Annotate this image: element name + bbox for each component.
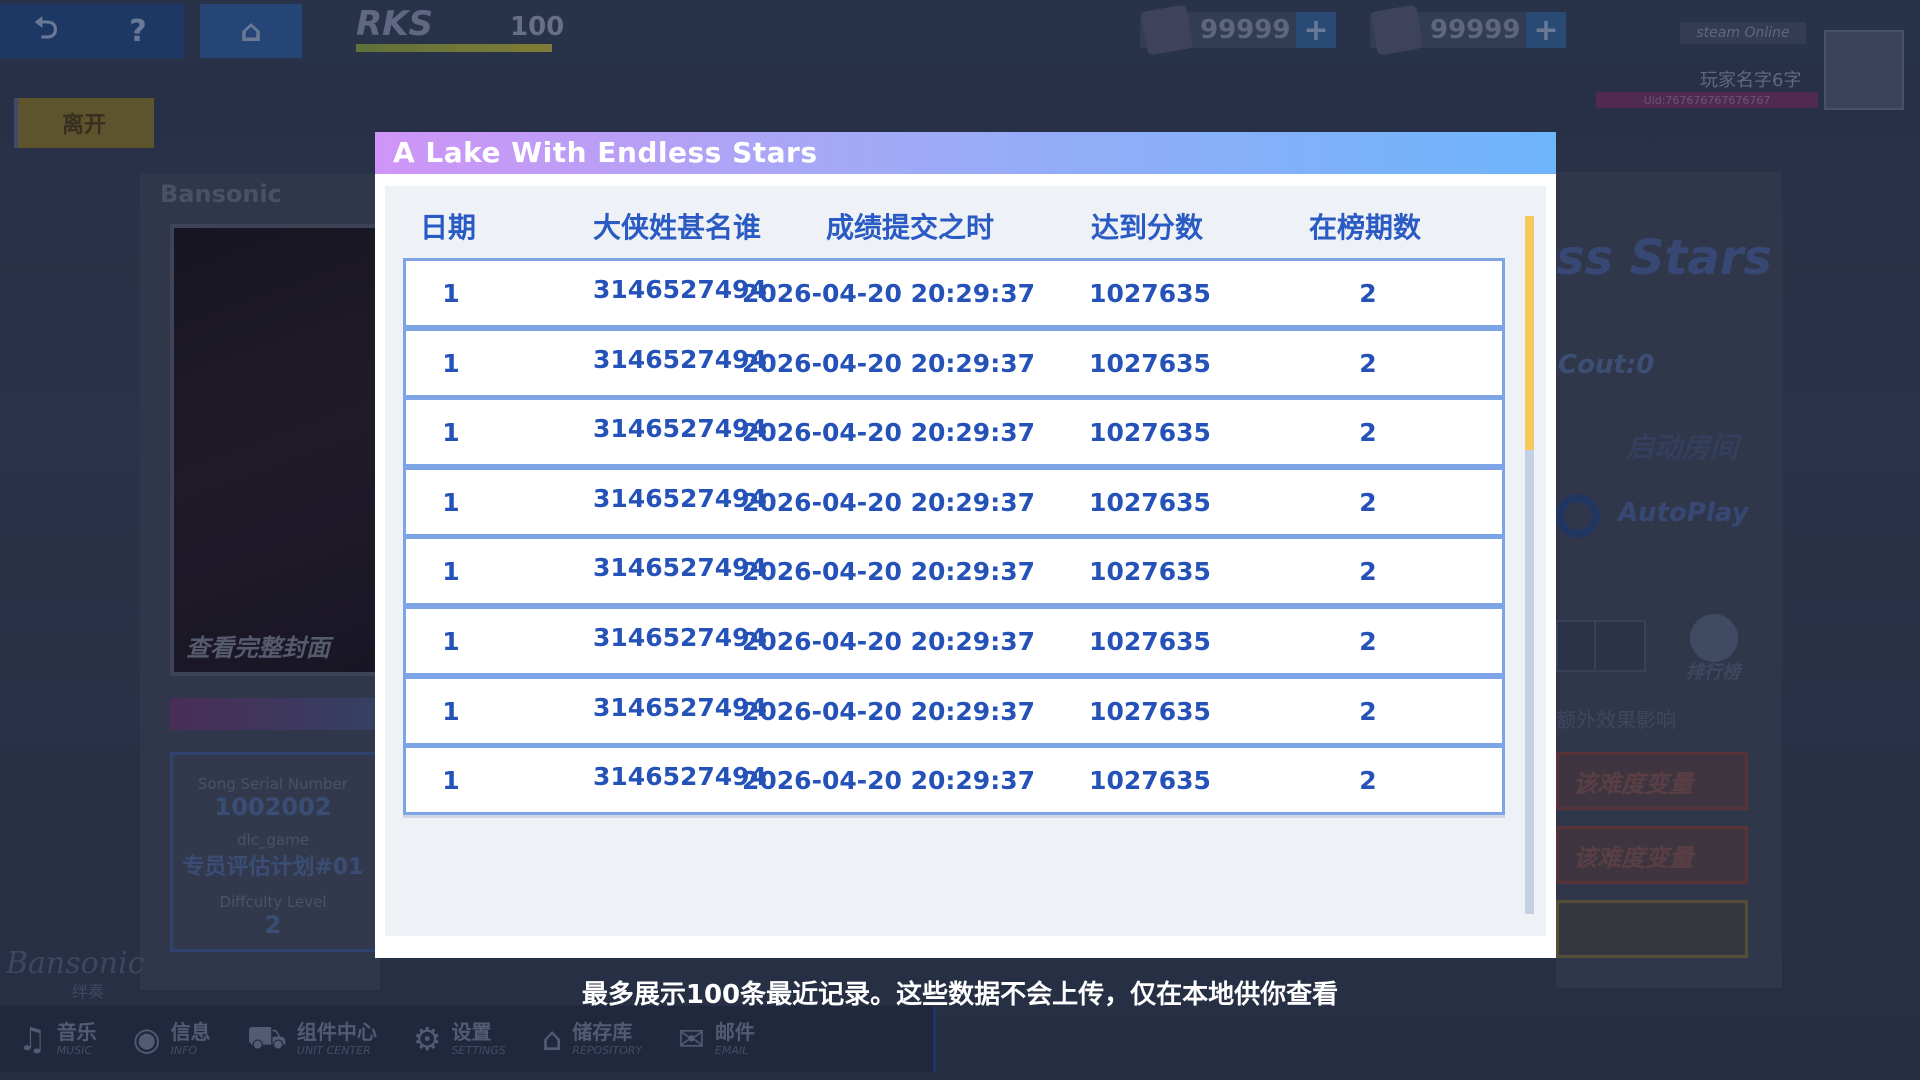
cell-score: 1027635 [1089,418,1211,448]
table-row[interactable]: 1 3146527494 2026-04-20 20:29:37 1027635 2 [403,606,1505,676]
table-row[interactable]: 1 3146527494 2026-04-20 20:29:37 1027635 2 [403,466,1505,537]
cell-submit-time: 2026-04-20 20:29:37 [742,557,1035,587]
table-row[interactable]: 1 3146527494 2026-04-20 20:29:37 1027635 2 [403,327,1505,398]
table-header: 日期 大侠姓甚名谁 成绩提交之时 达到分数 在榜期数 [385,206,1505,250]
cell-submit-time: 2026-04-20 20:29:37 [742,696,1035,726]
cell-submit-time: 2026-04-20 20:29:37 [742,487,1035,517]
cell-submit-time: 2026-04-20 20:29:37 [742,766,1035,796]
column-header-date: 日期 [419,211,476,244]
column-header-submit-time: 成绩提交之时 [825,211,994,244]
cell-score: 1027635 [1089,696,1211,726]
table-row[interactable]: 1 3146527494 2026-04-20 20:29:37 1027635 2 [403,258,1505,328]
modal-body: 日期 大侠姓甚名谁 成绩提交之时 达到分数 在榜期数 1 3146527494 20… [385,186,1546,936]
cell-score: 1027635 [1089,627,1211,656]
cell-submit-time: 2026-04-20 20:29:37 [742,627,1035,656]
scrollbar[interactable] [1525,216,1534,914]
cell-date: 1 [442,557,460,587]
cell-date: 1 [442,348,460,378]
footer-note: 最多展示100条最近记录。这些数据不会上传，仅在本地供你查看 [581,980,1339,1010]
cell-date: 1 [442,418,460,448]
cell-score: 1027635 [1089,766,1211,796]
cell-submit-time: 2026-04-20 20:29:37 [742,418,1035,448]
cell-date: 1 [442,766,460,796]
cell-periods: 2 [1359,627,1377,656]
modal-header: A Lake With Endless Stars [375,132,1556,174]
cell-score: 1027635 [1089,487,1211,517]
modal-title: A Lake With Endless Stars [393,136,818,169]
cell-periods: 2 [1359,418,1377,448]
cell-submit-time: 2026-04-20 20:29:37 [742,348,1035,378]
cell-periods: 2 [1359,696,1377,726]
table-row[interactable]: 1 3146527494 2026-04-20 20:29:37 1027635 2 [403,397,1505,468]
cell-periods: 2 [1359,348,1377,378]
leaderboard-modal: A Lake With Endless Stars 日期 大侠姓甚名谁 成绩提交… [375,132,1556,958]
cell-periods: 2 [1359,487,1377,517]
table-row[interactable]: 1 3146527494 2026-04-20 20:29:37 1027635 2 [403,675,1505,746]
scrollbar-thumb[interactable] [1525,216,1534,450]
cell-score: 1027635 [1089,348,1211,378]
cell-periods: 2 [1359,557,1377,587]
cell-submit-time: 2026-04-20 20:29:37 [742,279,1035,308]
cell-periods: 2 [1359,279,1377,308]
cell-periods: 2 [1359,766,1377,796]
cell-date: 1 [442,279,460,308]
table-row[interactable]: 1 3146527494 2026-04-20 20:29:37 1027635 2 [403,745,1505,816]
cell-score: 1027635 [1089,557,1211,587]
column-header-player: 大侠姓甚名谁 [592,211,761,244]
cell-date: 1 [442,627,460,656]
column-header-score: 达到分数 [1090,211,1203,244]
cell-score: 1027635 [1089,279,1211,308]
column-header-periods: 在榜期数 [1308,211,1421,244]
cell-date: 1 [442,696,460,726]
table-row[interactable]: 1 3146527494 2026-04-20 20:29:37 1027635 2 [403,536,1505,607]
cell-date: 1 [442,487,460,517]
